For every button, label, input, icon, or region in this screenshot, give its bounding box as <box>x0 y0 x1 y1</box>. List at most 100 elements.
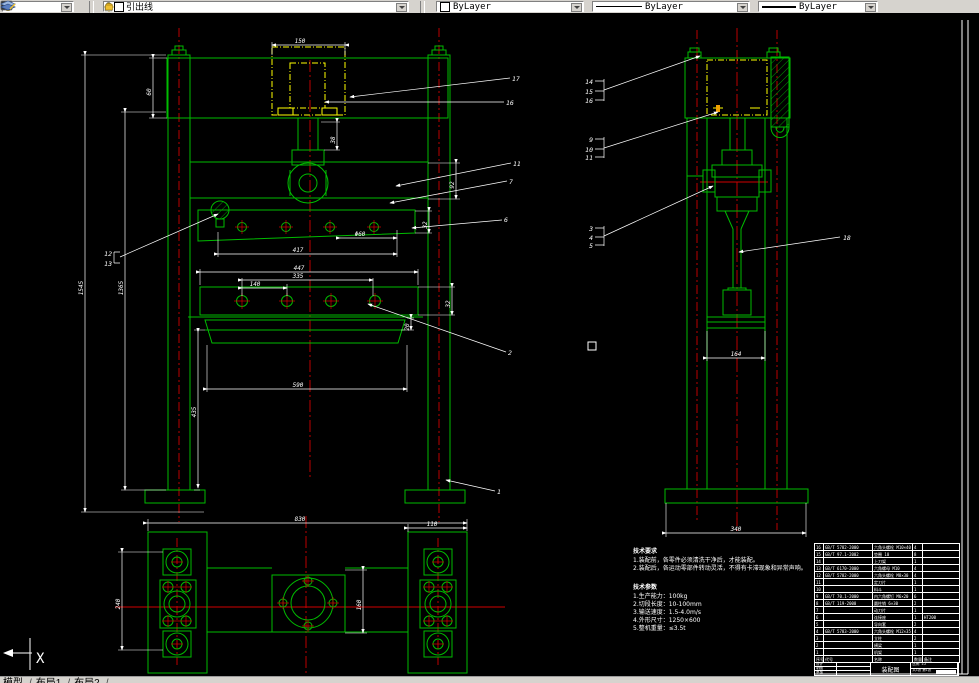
dim-label: 140 <box>250 281 261 288</box>
bom-cell: 连接座 <box>872 613 913 621</box>
bom-cell <box>922 543 960 551</box>
dim-label: 32 <box>422 221 429 230</box>
bom-row: 12 GB/T 5782-2000 六角头螺栓 M8×30 4 <box>814 571 960 579</box>
bom-cell: 4 <box>912 627 923 635</box>
dropdown-arrow-icon[interactable] <box>61 3 72 12</box>
part-label: 12 <box>104 250 112 258</box>
bom-cell: GB/T 6170-2000 <box>823 564 873 572</box>
note-line: 5.整机重量：≤3.5t <box>633 625 686 632</box>
bom-cell: 16 <box>814 543 824 551</box>
part-label: 3 <box>588 225 593 233</box>
lineweight-control-dropdown[interactable]: ByLayer <box>758 1 878 12</box>
bom-cell: 1 <box>912 578 923 586</box>
part-label: 11 <box>513 160 521 168</box>
part-label: 10 <box>585 146 593 154</box>
layer-control-dropdown[interactable]: 引出线 <box>103 1 409 13</box>
part-label: 1 <box>497 488 501 496</box>
bom-cell: 4 <box>912 543 923 551</box>
bom-cell: 11 <box>814 578 824 586</box>
dim-label: 32 <box>445 300 452 309</box>
bom-header-row: 序号 代号 名称 数量 备注 <box>814 655 960 663</box>
technical-notes: 技术要求 1.装配前，各零件必须清洗干净后，才能装配。 2.装配后，各运动零部件… <box>633 548 807 633</box>
bom-cell: GB/T 70.1-2000 <box>823 592 873 600</box>
bom-cell <box>823 620 873 628</box>
linetype-control-dropdown[interactable]: ByLayer <box>592 1 750 12</box>
top-view <box>147 531 468 674</box>
bom-cell: 代号 <box>823 655 873 663</box>
bom-row: 6 连接座 1 HT200 <box>814 613 960 621</box>
bom-cell <box>922 564 960 572</box>
part-label: 14 <box>585 78 593 86</box>
bom-cell: 1 <box>912 557 923 565</box>
bom-row: 2 横梁 1 <box>814 641 960 649</box>
bom-cell: 10 <box>814 585 824 593</box>
title-block: 设计 制图 审核 装配图 比例 1:2 共1张 第1张 <box>814 663 959 676</box>
bom-cell: 料斗 <box>872 585 913 593</box>
bom-row: 8 GB/T 119-2000 圆柱销 6×30 2 <box>814 599 960 607</box>
dropdown-arrow-icon[interactable] <box>571 3 582 12</box>
dim-label: 417 <box>293 247 304 254</box>
tab-layout1[interactable]: 布局1 <box>36 678 62 683</box>
bom-cell: 上刀架 <box>872 557 913 565</box>
make-layer-current-button[interactable] <box>0 0 86 13</box>
bom-cell: GB/T 5782-2000 <box>823 543 873 551</box>
dim-label: 38 <box>330 136 337 145</box>
layer-color-swatch[interactable] <box>114 1 124 12</box>
dim-label: 590 <box>293 382 304 389</box>
bom-row: 1 机架 1 <box>814 648 960 656</box>
bom-cell <box>823 641 873 649</box>
dropdown-arrow-icon[interactable] <box>737 3 748 12</box>
dim-label: 447 <box>294 265 305 272</box>
bom-row: 5 导向套 2 <box>814 620 960 628</box>
dropdown-arrow-icon[interactable] <box>865 3 876 12</box>
bom-cell: 8 <box>814 599 824 607</box>
bom-cell: 六角头螺栓 M10×40 <box>872 543 913 551</box>
bom-cell: 2 <box>912 634 923 642</box>
layers-button[interactable] <box>0 0 101 13</box>
lineweight-sample-icon <box>762 5 796 8</box>
bom-cell <box>922 550 960 558</box>
bom-cell: GB/T 5783-2000 <box>823 627 873 635</box>
layout-tab-bar: 模型/布局1/布局2/ <box>0 676 979 683</box>
motor-hidden-outline <box>271 46 346 116</box>
leader-lines <box>119 55 841 492</box>
part-label: 15 <box>585 88 593 96</box>
ucs-icon: X <box>3 638 45 670</box>
layer-previous-button[interactable] <box>0 0 417 13</box>
bom-row: 16 GB/T 5782-2000 六角头螺栓 M10×40 4 <box>814 543 960 551</box>
current-layer-name: 引出线 <box>126 3 154 13</box>
bom-cell <box>922 648 960 656</box>
bom-cell: 8 <box>912 550 923 558</box>
toolbar-separator <box>89 0 94 13</box>
bom-cell: 序号 <box>814 655 824 663</box>
dim-label: 1365 <box>118 280 125 295</box>
bom-row: 3 立柱 2 <box>814 634 960 642</box>
tab-layout2[interactable]: 布局2 <box>74 678 100 683</box>
bom-cell <box>922 578 960 586</box>
bom-cell <box>922 634 960 642</box>
bom-cell: 横梁 <box>872 641 913 649</box>
tab-model[interactable]: 模型 <box>3 678 23 683</box>
bom-cell: 数量 <box>912 655 923 663</box>
dropdown-arrow-icon[interactable] <box>396 3 407 12</box>
bom-cell: 14 <box>814 557 824 565</box>
bom-cell: 4 <box>814 627 824 635</box>
dim-label: 830 <box>295 516 306 523</box>
bom-cell: HT200 <box>922 613 960 621</box>
drawing-canvas[interactable]: 150 60 38 92 Φ60 32 417 447 335 140 32 2… <box>0 13 979 676</box>
color-control-dropdown[interactable]: ByLayer <box>436 1 584 12</box>
bom-row: 4 GB/T 5783-2000 六角头螺栓 M12×35 4 <box>814 627 960 635</box>
bom-cell <box>922 620 960 628</box>
part-label: 11 <box>585 154 593 162</box>
bom-cell: 导向套 <box>872 620 913 628</box>
bom-cell <box>922 599 960 607</box>
toolbar: 引出线 ByLayer ByLayer ByLayer <box>0 0 979 14</box>
dim-label: 60 <box>146 88 153 96</box>
bom-cell: 名称 <box>872 655 913 663</box>
bom-cell: 4 <box>912 564 923 572</box>
bom-row: 13 GB/T 6170-2000 六角螺母 M10 4 <box>814 564 960 572</box>
dim-label: 335 <box>292 273 304 280</box>
part-label: 5 <box>589 242 593 250</box>
part-label: 7 <box>509 178 513 186</box>
dim-label: 110 <box>427 521 438 528</box>
